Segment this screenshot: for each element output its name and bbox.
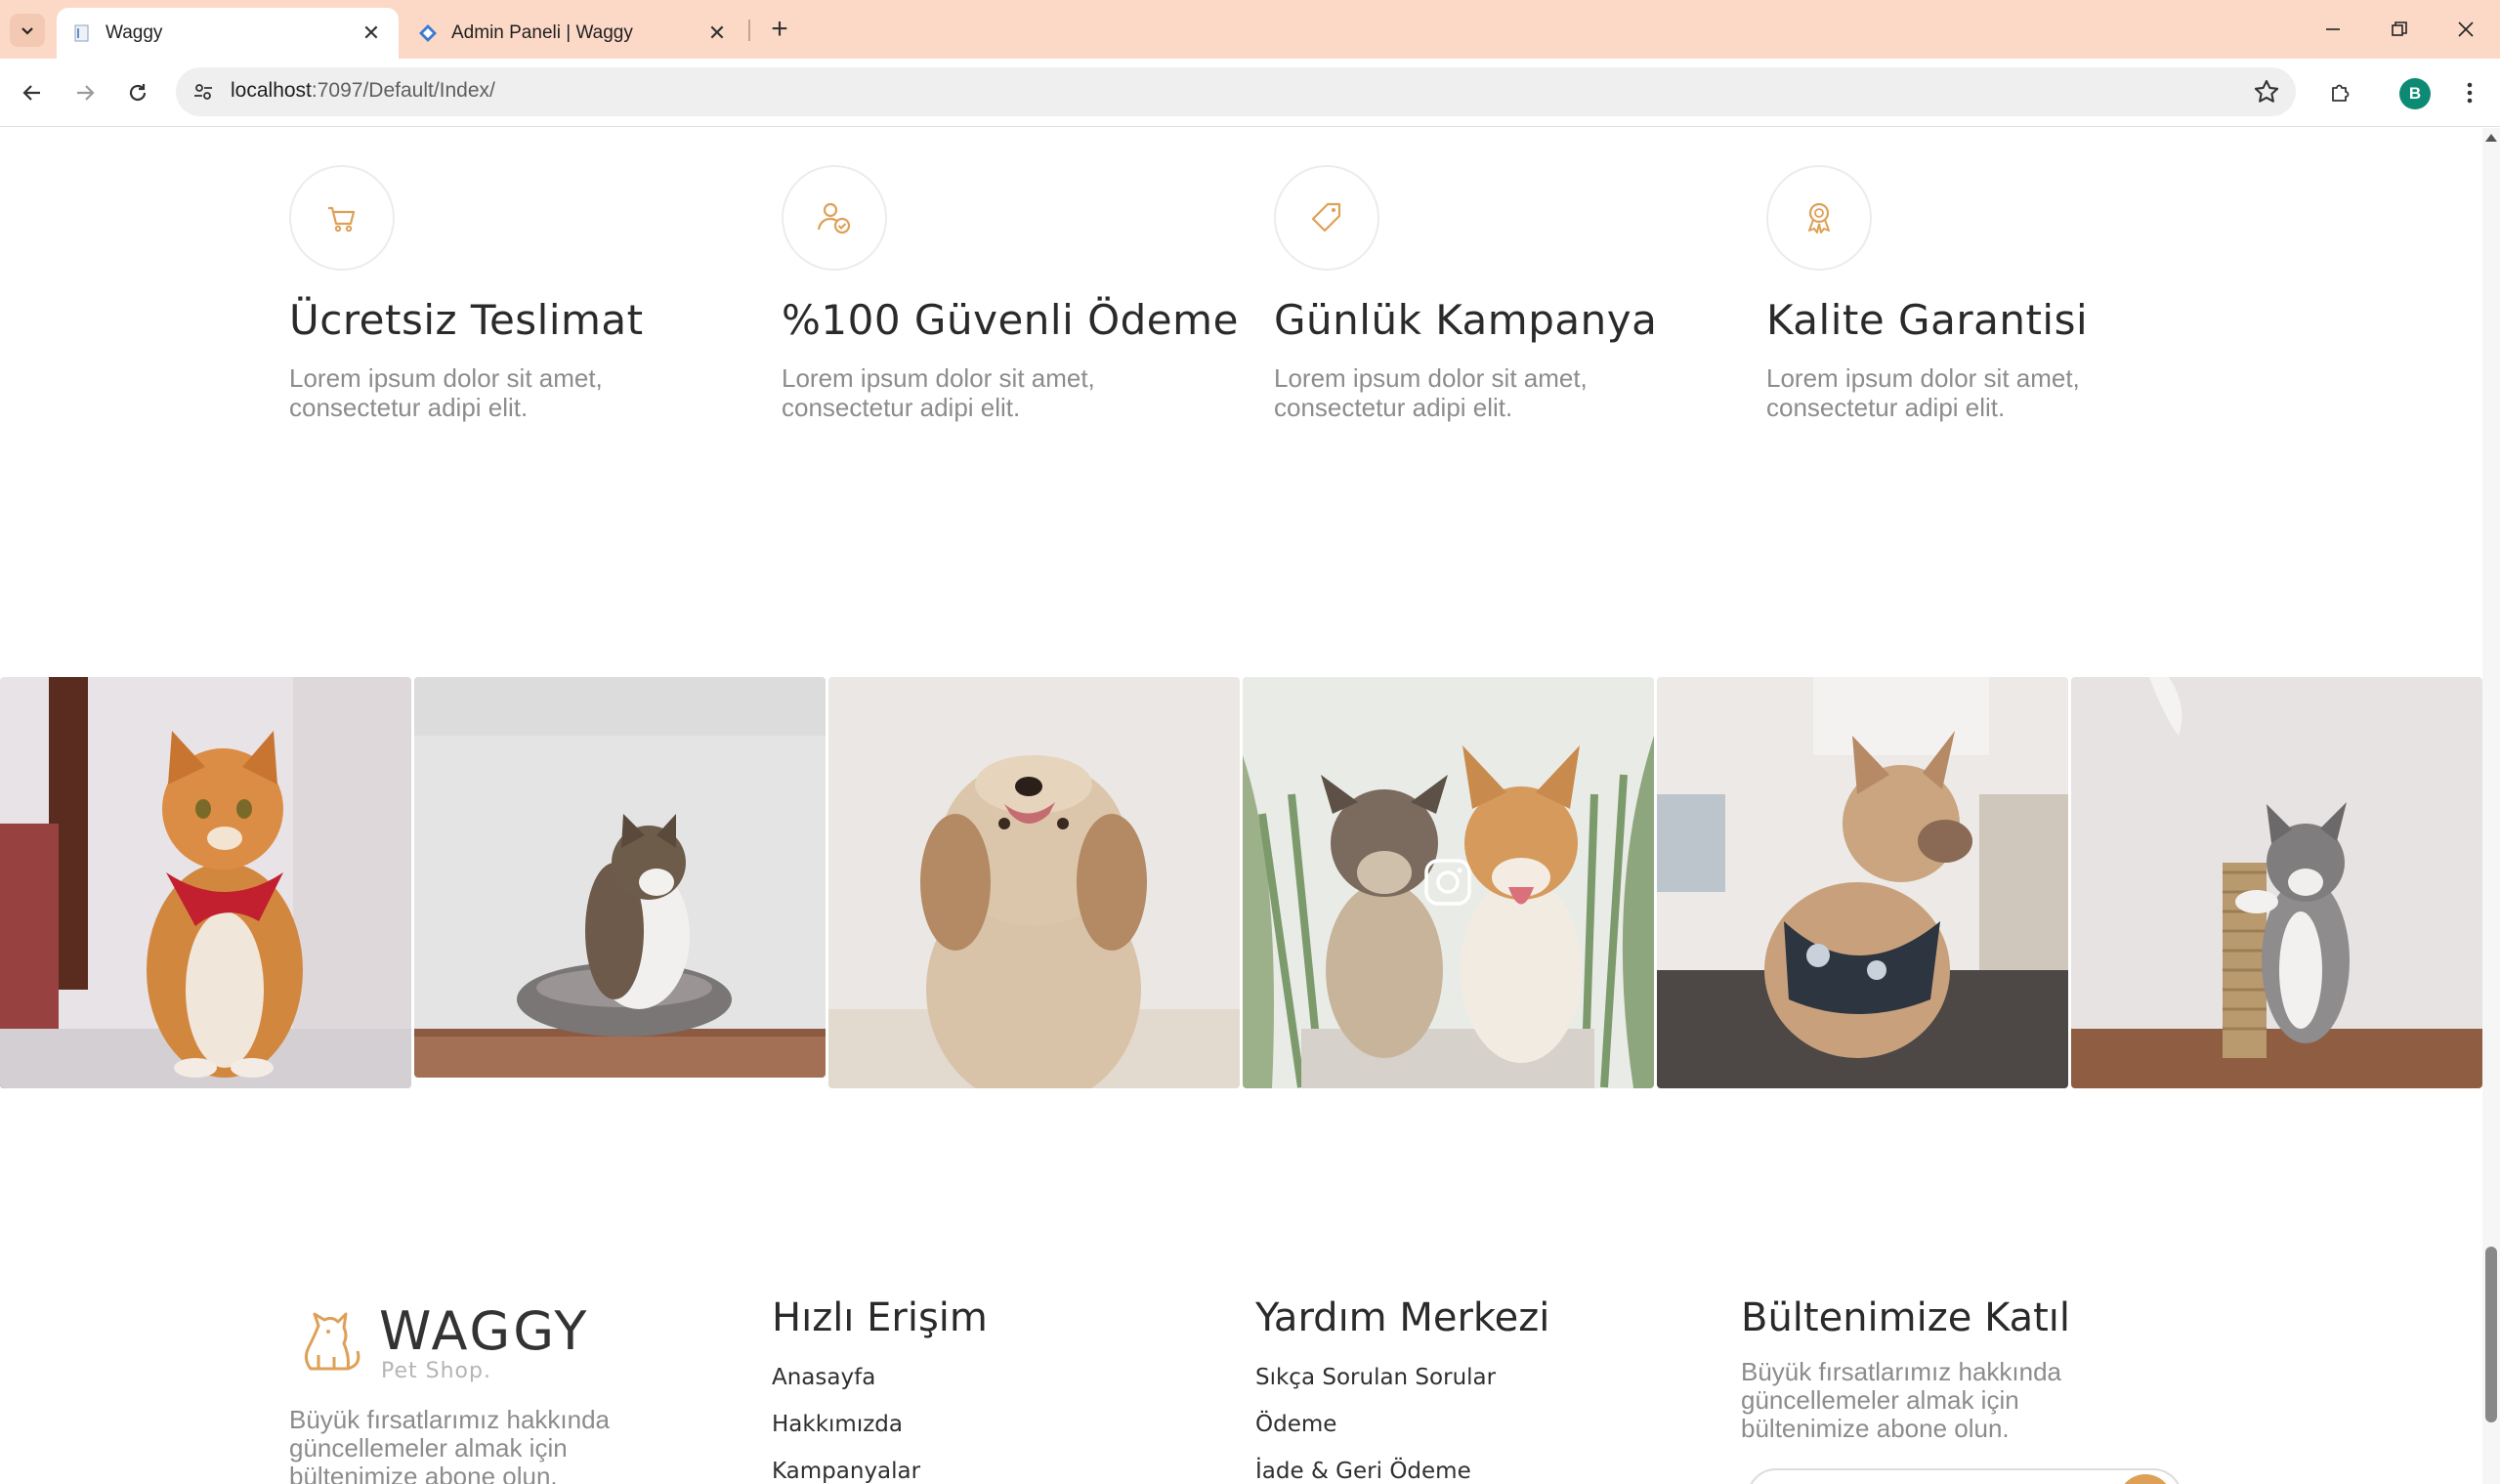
user-check-icon bbox=[817, 202, 851, 234]
feature-text: Lorem ipsum dolor sit amet, consectetur … bbox=[782, 363, 1095, 422]
footer-quick-access: Hızlı Erişim Anasayfa Hakkımızda Kampany… bbox=[772, 1295, 988, 1484]
feature-text: Lorem ipsum dolor sit amet, consectetur … bbox=[1274, 363, 1588, 422]
close-window-button[interactable] bbox=[2438, 8, 2493, 51]
cart-icon bbox=[328, 206, 356, 233]
footer-link-list: Sıkça Sorulan Sorular Ödeme İade & Geri … bbox=[1255, 1354, 1549, 1484]
url-path: :7097/Default/Index/ bbox=[311, 79, 495, 102]
instagram-icon[interactable] bbox=[1423, 858, 1472, 907]
restore-icon bbox=[2392, 21, 2407, 36]
page-scrollbar[interactable] bbox=[2482, 128, 2500, 1484]
logo-tagline: Pet Shop. bbox=[381, 1359, 491, 1383]
instagram-gallery bbox=[0, 677, 2482, 1090]
new-tab-button[interactable]: + bbox=[762, 12, 797, 47]
footer-link-list: Anasayfa Hakkımızda Kampanyalar bbox=[772, 1354, 988, 1484]
close-tab-icon[interactable]: ✕ bbox=[360, 21, 383, 45]
award-icon bbox=[1808, 202, 1830, 233]
profile-avatar[interactable]: B bbox=[2399, 78, 2431, 109]
tab-search-button[interactable] bbox=[10, 14, 45, 47]
footer-section-title: Yardım Merkezi bbox=[1255, 1295, 1550, 1340]
dog-logo-icon bbox=[304, 1312, 360, 1371]
feature-text: Lorem ipsum dolor sit amet, consectetur … bbox=[289, 363, 603, 422]
tag-icon bbox=[1311, 202, 1341, 233]
cat-photo bbox=[0, 677, 411, 1088]
tab-admin-panel[interactable]: Admin Paneli | Waggy ✕ bbox=[403, 8, 744, 59]
feature-icon-circle bbox=[1274, 165, 1379, 271]
tab-divider bbox=[748, 20, 750, 41]
feature-free-delivery: Ücretsiz Teslimat Lorem ipsum dolor sit … bbox=[289, 165, 699, 422]
page-favicon-icon bbox=[74, 24, 89, 42]
footer-newsletter: Bültenimize Katıl Büyük fırsatlarımız ha… bbox=[1741, 1295, 2132, 1443]
arrow-right-icon bbox=[77, 85, 95, 101]
feature-title: %100 Güvenli Ödeme bbox=[782, 296, 1239, 344]
restore-button[interactable] bbox=[2372, 8, 2427, 51]
close-tab-icon[interactable]: ✕ bbox=[705, 21, 729, 45]
footer-link-faq[interactable]: Sıkça Sorulan Sorular bbox=[1255, 1354, 1549, 1401]
feature-secure-payment: %100 Güvenli Ödeme Lorem ipsum dolor sit… bbox=[782, 165, 1239, 422]
arrow-left-icon bbox=[22, 85, 40, 101]
footer-link-about[interactable]: Hakkımızda bbox=[772, 1401, 988, 1448]
tab-title: Waggy bbox=[106, 22, 163, 43]
diamond-favicon-icon bbox=[419, 24, 437, 42]
footer-section-title: Bültenimize Katıl bbox=[1741, 1295, 2071, 1340]
more-vertical-icon bbox=[2467, 82, 2473, 104]
chevron-down-icon bbox=[21, 27, 33, 35]
back-button[interactable] bbox=[12, 72, 53, 113]
tab-title: Admin Paneli | Waggy bbox=[451, 22, 633, 43]
reload-button[interactable] bbox=[117, 72, 158, 113]
forward-button[interactable] bbox=[64, 72, 106, 113]
close-icon bbox=[2458, 21, 2474, 37]
minimize-icon bbox=[2326, 28, 2340, 30]
gallery-photo-kitten-post[interactable] bbox=[2071, 677, 2482, 1088]
footer-about-text: Büyük fırsatlarımız hakkında güncellemel… bbox=[289, 1405, 611, 1484]
tab-strip: Waggy ✕ Admin Paneli | Waggy ✕ + bbox=[0, 0, 2500, 59]
footer-link-home[interactable]: Anasayfa bbox=[772, 1354, 988, 1401]
footer-help-center: Yardım Merkezi Sıkça Sorulan Sorular Öde… bbox=[1255, 1295, 1549, 1484]
gallery-photo-french-bulldog[interactable] bbox=[1657, 677, 2068, 1088]
feature-title: Ücretsiz Teslimat bbox=[289, 296, 644, 344]
footer-logo[interactable]: WAGGY Pet Shop. bbox=[289, 1300, 612, 1383]
scroll-up-arrow-icon[interactable] bbox=[2485, 134, 2497, 142]
browser-menu-button[interactable] bbox=[2452, 72, 2487, 113]
feature-icon-circle bbox=[782, 165, 887, 271]
feature-quality-guarantee: Kalite Garantisi Lorem ipsum dolor sit a… bbox=[1766, 165, 2177, 422]
site-info-button[interactable] bbox=[188, 76, 219, 107]
tab-waggy[interactable]: Waggy ✕ bbox=[57, 8, 399, 59]
dog-photo bbox=[828, 677, 1240, 1088]
reload-icon bbox=[129, 84, 147, 102]
feature-icon-circle bbox=[289, 165, 395, 271]
cat-photo bbox=[414, 677, 826, 1078]
url-host: localhost bbox=[231, 79, 312, 102]
gallery-photo-cat-bandana[interactable] bbox=[0, 677, 411, 1088]
feature-title: Günlük Kampanya bbox=[1274, 296, 1658, 344]
url-text[interactable]: localhost:7097/Default/Index/ bbox=[231, 79, 495, 103]
newsletter-text: Büyük fırsatlarımız hakkında güncellemel… bbox=[1741, 1357, 2062, 1443]
footer-section-title: Hızlı Erişim bbox=[772, 1295, 988, 1340]
page-viewport: Ücretsiz Teslimat Lorem ipsum dolor sit … bbox=[0, 128, 2500, 1484]
tune-icon bbox=[194, 84, 212, 100]
newsletter-email-input[interactable] bbox=[1747, 1468, 2182, 1484]
gallery-photo-cat-cushion[interactable] bbox=[414, 677, 826, 1078]
footer-link-campaigns[interactable]: Kampanyalar bbox=[772, 1448, 988, 1484]
dog-photo bbox=[1657, 677, 2068, 1088]
puzzle-icon bbox=[2332, 84, 2350, 102]
footer-link-payment[interactable]: Ödeme bbox=[1255, 1401, 1549, 1448]
feature-title: Kalite Garantisi bbox=[1766, 296, 2089, 344]
bookmark-star-icon[interactable] bbox=[2253, 78, 2280, 106]
browser-toolbar: localhost:7097/Default/Index/ B bbox=[0, 59, 2500, 127]
cat-photo bbox=[2071, 677, 2482, 1088]
gallery-photo-running-dogs[interactable] bbox=[1243, 677, 1654, 1088]
feature-icon-circle bbox=[1766, 165, 1872, 271]
footer-link-refund[interactable]: İade & Geri Ödeme bbox=[1255, 1448, 1549, 1484]
minimize-button[interactable] bbox=[2306, 8, 2360, 51]
gallery-photo-fluffy-dog[interactable] bbox=[828, 677, 1240, 1088]
extensions-button[interactable] bbox=[2320, 72, 2361, 113]
feature-daily-campaign: Günlük Kampanya Lorem ipsum dolor sit am… bbox=[1274, 165, 1684, 422]
scrollbar-thumb[interactable] bbox=[2485, 1247, 2497, 1422]
logo-name: WAGGY bbox=[379, 1300, 590, 1362]
feature-text: Lorem ipsum dolor sit amet, consectetur … bbox=[1766, 363, 2080, 422]
address-bar[interactable]: localhost:7097/Default/Index/ bbox=[176, 67, 2296, 116]
